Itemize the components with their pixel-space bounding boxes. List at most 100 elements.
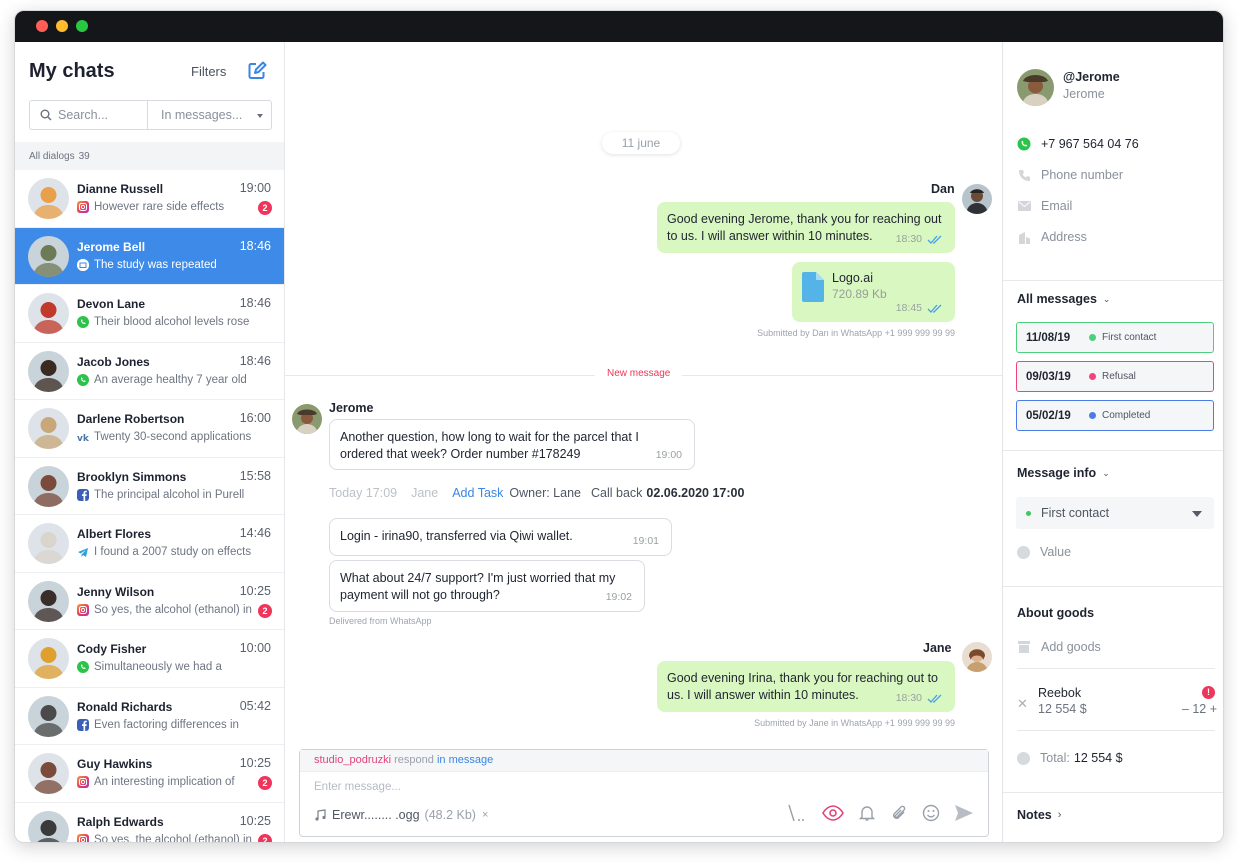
contact-handle: @Jerome: [1063, 70, 1120, 84]
avatar: [28, 178, 69, 219]
reply-target-link[interactable]: in message: [437, 754, 493, 766]
task-row: Today 17:09 Jane Add Task Owner: Lane Call b…: [329, 486, 758, 500]
dialog-preview: However rare side effects: [77, 201, 224, 213]
search-placeholder: Search...: [58, 108, 109, 122]
dialog-time: 10:25: [239, 813, 271, 828]
dialog-preview-text: So yes, the alcohol (ethanol) in: [94, 603, 252, 616]
dialog-name: Brooklyn Simmons: [77, 469, 187, 484]
dialog-item[interactable]: Ralph Edwards 10:25 So yes, the alcohol (e…: [15, 803, 284, 842]
dialog-name: Ronald Richards: [77, 699, 173, 714]
envelope-icon: [1017, 199, 1031, 213]
whatsapp-phone-row[interactable]: +7 967 564 04 76: [1017, 137, 1139, 151]
dialog-time: 10:00: [239, 641, 271, 655]
dialog-time: 10:25: [239, 583, 271, 598]
dialog-item[interactable]: Brooklyn Simmons 15:58 The principal alcoh…: [15, 458, 284, 515]
emoji-icon[interactable]: [922, 804, 940, 822]
message-input[interactable]: Enter message...: [314, 781, 401, 793]
email-label: Email: [1041, 199, 1073, 213]
filters-button[interactable]: Filters: [191, 64, 226, 79]
paperclip-icon[interactable]: [890, 804, 908, 822]
telegram-icon: [77, 546, 89, 558]
vk-icon: vk: [77, 431, 90, 444]
message-status-value: First contact: [1041, 506, 1110, 520]
contact-details-panel: @Jerome Jerome +7 967 564 04 76 Phone nu…: [1002, 42, 1223, 842]
message-meta: 18:30: [896, 690, 943, 707]
dialog-item[interactable]: Jerome Bell 18:46 The study was repeated: [15, 227, 284, 285]
avatar: [962, 642, 992, 672]
dialog-item[interactable]: Dianne Russell 19:00 However rare side eff…: [15, 170, 284, 228]
add-goods-button[interactable]: Add goods: [1017, 640, 1101, 654]
message-meta: 18:30: [896, 231, 943, 248]
close-window-button[interactable]: [36, 20, 48, 32]
chevron-down-icon: ⌄: [1102, 293, 1111, 304]
search-scope-select[interactable]: In messages...: [148, 101, 271, 129]
remove-goods-icon[interactable]: ✕: [1017, 696, 1028, 712]
file-attachment-message[interactable]: Logo.ai 720.89 Kb 18:45: [792, 262, 955, 322]
divider: [1003, 792, 1223, 793]
instagram-icon: [77, 603, 89, 616]
attachment-chip: Erewr........ .ogg (48.2 Kb) ×: [314, 808, 488, 822]
message-text: Login - irina90, transferred via Qiwi wa…: [340, 529, 573, 543]
message-time: 19:01: [632, 535, 659, 547]
dialog-item[interactable]: Guy Hawkins 10:25 An interesting implicati…: [15, 745, 284, 803]
svg-text:vk: vk: [77, 434, 89, 443]
reply-context: studio_podruzki respond in message: [300, 750, 988, 772]
quantity-stepper[interactable]: – 12 +: [1182, 702, 1217, 716]
dialog-item[interactable]: Jenny Wilson 10:25 So yes, the alcohol (et…: [15, 573, 284, 630]
alert-badge: !: [1202, 686, 1215, 699]
history-item[interactable]: 11/08/19 First contact: [1016, 322, 1214, 353]
dialog-item[interactable]: Darlene Robertson 16:00 vk Twenty 30-second…: [15, 400, 284, 458]
phone-icon: [1017, 168, 1031, 182]
task-timestamp: Today 17:09: [329, 486, 398, 500]
value-field[interactable]: Value: [1017, 545, 1071, 559]
phone-label: Phone number: [1041, 168, 1124, 182]
dialog-preview-text: Twenty 30-second applications: [94, 431, 252, 443]
address-field[interactable]: Address: [1017, 230, 1087, 244]
status-dot: [1089, 412, 1096, 419]
dialog-item[interactable]: Jacob Jones 18:46 An average healthy 7 yea…: [15, 343, 284, 400]
whatsapp-phone: +7 967 564 04 76: [1041, 137, 1139, 151]
dialog-item[interactable]: Cody Fisher 10:00 Simultaneously we had a: [15, 630, 284, 688]
eye-icon[interactable]: [822, 805, 844, 821]
avatar: [962, 184, 992, 214]
send-icon[interactable]: [954, 804, 974, 822]
history-status: First contact: [1102, 332, 1157, 343]
avatar: [1017, 69, 1054, 106]
maximize-window-button[interactable]: [76, 20, 88, 32]
dialog-item[interactable]: Albert Flores 14:46 I found a 2007 study o…: [15, 515, 284, 573]
dialog-item[interactable]: Ronald Richards 05:42 Even factoring diffe…: [15, 688, 284, 745]
message-info-dropdown[interactable]: Message info ⌄: [1017, 466, 1110, 480]
music-note-icon: [315, 809, 326, 821]
add-task-link[interactable]: Add Task: [452, 486, 503, 500]
value-icon: [1017, 545, 1030, 559]
file-name: Logo.ai: [832, 271, 874, 285]
all-dialogs-count: 39: [78, 151, 90, 162]
bell-icon[interactable]: [858, 804, 876, 822]
history-item[interactable]: 05/02/19 Completed: [1016, 400, 1214, 431]
avatar: [28, 293, 69, 334]
message-time: 18:30: [895, 692, 922, 704]
avatar: [28, 465, 69, 507]
phone-field[interactable]: Phone number: [1017, 168, 1123, 182]
email-icon: [77, 258, 89, 271]
status-dot: [1026, 510, 1031, 516]
building-icon: [1017, 230, 1031, 244]
instagram-icon: [77, 776, 89, 788]
all-messages-dropdown[interactable]: All messages ⌄: [1017, 292, 1110, 306]
search-input[interactable]: Search...: [30, 101, 148, 129]
message-status-select[interactable]: First contact: [1016, 497, 1214, 529]
template-icon[interactable]: [786, 804, 808, 822]
history-item[interactable]: 09/03/19 Refusal: [1016, 361, 1214, 392]
minimize-window-button[interactable]: [56, 20, 68, 32]
dialog-name: Cody Fisher: [77, 642, 147, 656]
divider: [1003, 280, 1223, 281]
dialog-item[interactable]: Devon Lane 18:46 Their blood alcohol level…: [15, 285, 284, 343]
unread-badge: 2: [258, 201, 272, 215]
compose-icon[interactable]: [247, 61, 267, 81]
dialog-time: 05:42: [239, 698, 271, 713]
history-date: 09/03/19: [1026, 370, 1071, 383]
total-label: Total:: [1040, 751, 1070, 765]
notes-toggle[interactable]: Notes ›: [1017, 808, 1061, 822]
email-field[interactable]: Email: [1017, 199, 1072, 213]
remove-attachment-button[interactable]: ×: [482, 809, 488, 821]
